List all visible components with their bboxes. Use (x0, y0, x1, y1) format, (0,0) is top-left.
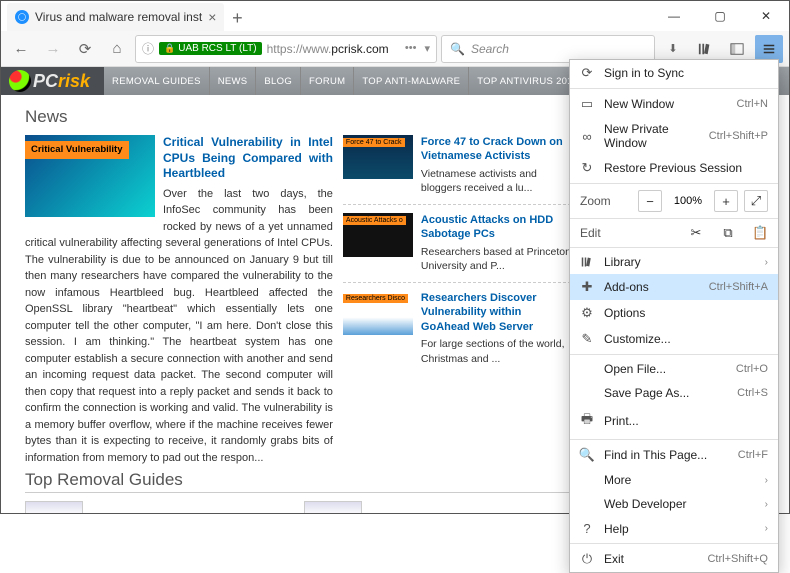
news-thumb: Acoustic Attacks o (343, 213, 413, 257)
removal-guide-item[interactable]: Search.yahoo.com Redirect (25, 501, 292, 513)
restore-icon: ↻ (580, 160, 594, 176)
nav-removal-guides[interactable]: REMOVAL GUIDES (104, 67, 210, 95)
print-icon: 🖶 (580, 410, 594, 432)
guide-thumb (304, 501, 362, 513)
chevron-right-icon: › (765, 523, 768, 534)
site-logo[interactable]: PCrisk (9, 70, 90, 92)
menu-restore-session[interactable]: ↻Restore Previous Session (570, 155, 778, 181)
news-item[interactable]: Acoustic Attacks o Acoustic Attacks on H… (343, 213, 571, 283)
menu-find[interactable]: 🔍Find in This Page...Ctrl+F (570, 442, 778, 468)
zoom-in-button[interactable]: + (714, 190, 738, 212)
reload-button[interactable]: ⟳ (71, 35, 99, 63)
menu-exit[interactable]: ⏻ExitCtrl+Shift+Q (570, 546, 778, 572)
nav-blog[interactable]: BLOG (256, 67, 301, 95)
info-icon[interactable]: ⓘ (142, 40, 154, 57)
tab-favicon (15, 10, 29, 24)
removal-guide-item[interactable]: Microsoft Warning Alert Scam (304, 501, 571, 513)
forward-button[interactable]: → (39, 35, 67, 63)
paste-icon[interactable]: 📋 (752, 225, 768, 241)
close-window-button[interactable]: ✕ (743, 1, 789, 31)
search-icon: 🔍 (450, 42, 465, 56)
url-text: https://www.pcrisk.com (267, 42, 389, 56)
menu-save-as[interactable]: Save Page As...Ctrl+S (570, 381, 778, 405)
secondary-news: Force 47 to Crack Force 47 to Crack Down… (343, 135, 571, 466)
menu-addons[interactable]: ✚Add-onsCtrl+Shift+A (570, 274, 778, 300)
back-button[interactable]: ← (7, 35, 35, 63)
news-item[interactable]: Researchers Disco Researchers Discover V… (343, 291, 571, 374)
news-title: Acoustic Attacks on HDD Sabotage PCs (421, 213, 571, 242)
zoom-out-button[interactable]: − (638, 190, 662, 212)
fullscreen-button[interactable]: ⤢ (744, 190, 768, 212)
news-heading: News (25, 107, 571, 127)
logo-text: PCrisk (33, 71, 90, 92)
lead-image-label: Critical Vulnerability (25, 141, 129, 159)
guide-thumb (25, 501, 83, 513)
reader-icon[interactable]: ••• (405, 42, 417, 55)
minimize-button[interactable]: — (651, 1, 697, 31)
logo-icon (9, 70, 31, 92)
lead-body: Over the last two days, the InfoSec comm… (25, 188, 333, 464)
identity-badge[interactable]: 🔒UAB RCS LT (LT) (159, 42, 262, 55)
customize-icon: ✎ (580, 331, 594, 347)
chevron-right-icon: › (765, 475, 768, 486)
menu-signin[interactable]: ⟳Sign in to Sync (570, 60, 778, 86)
top-removal-heading: Top Removal Guides (25, 470, 571, 493)
chevron-right-icon: › (765, 257, 768, 268)
news-excerpt: Researchers based at Princeton Universit… (421, 245, 571, 274)
window-icon: ▭ (580, 96, 594, 112)
browser-tab[interactable]: Virus and malware removal inst × (7, 3, 224, 31)
menu-more[interactable]: More› (570, 468, 778, 492)
news-item[interactable]: Force 47 to Crack Force 47 to Crack Down… (343, 135, 571, 205)
help-icon: ? (580, 521, 594, 536)
menu-zoom: Zoom − 100% + ⤢ (570, 186, 778, 216)
url-actions: ••• ▾ (405, 42, 430, 55)
dropdown-icon[interactable]: ▾ (424, 42, 430, 55)
home-button[interactable]: ⌂ (103, 35, 131, 63)
menu-customize[interactable]: ✎Customize... (570, 326, 778, 352)
tab-title: Virus and malware removal inst (35, 10, 202, 24)
chevron-right-icon: › (765, 499, 768, 510)
sync-icon: ⟳ (580, 65, 594, 81)
copy-icon[interactable]: ⧉ (720, 225, 736, 241)
news-thumb: Force 47 to Crack (343, 135, 413, 179)
menu-edit: Edit ✂ ⧉ 📋 (570, 221, 778, 245)
nav-news[interactable]: NEWS (210, 67, 257, 95)
lead-article[interactable]: Critical Vulnerability Critical Vulnerab… (25, 135, 333, 466)
nav-anti-malware[interactable]: TOP ANTI-MALWARE (354, 67, 469, 95)
window-controls: — ▢ ✕ (651, 1, 789, 31)
url-bar[interactable]: ⓘ 🔒UAB RCS LT (LT) https://www.pcrisk.co… (135, 35, 437, 63)
menu-library[interactable]: Library› (570, 250, 778, 274)
menu-new-window[interactable]: ▭New WindowCtrl+N (570, 91, 778, 117)
main-column: News Critical Vulnerability Critical Vul… (25, 103, 571, 513)
news-excerpt: Vietnamese activists and bloggers receiv… (421, 167, 571, 196)
news-thumb: Researchers Disco (343, 291, 413, 335)
menu-options[interactable]: ⚙Options (570, 300, 778, 326)
maximize-button[interactable]: ▢ (697, 1, 743, 31)
addons-icon: ✚ (580, 279, 594, 295)
exit-icon: ⏻ (580, 551, 594, 567)
gear-icon: ⚙ (580, 305, 594, 321)
nav-forum[interactable]: FORUM (301, 67, 354, 95)
menu-web-developer[interactable]: Web Developer› (570, 492, 778, 516)
search-icon: 🔍 (580, 447, 594, 463)
news-title: Researchers Discover Vulnerability withi… (421, 291, 571, 334)
menu-help[interactable]: ?Help› (570, 516, 778, 541)
app-menu: ⟳Sign in to Sync ▭New WindowCtrl+N ∞New … (569, 59, 779, 573)
news-title: Force 47 to Crack Down on Vietnamese Act… (421, 135, 571, 164)
window-titlebar: Virus and malware removal inst × + — ▢ ✕ (1, 1, 789, 31)
tab-close-icon[interactable]: × (208, 9, 216, 25)
cut-icon[interactable]: ✂ (688, 225, 704, 241)
new-tab-button[interactable]: + (224, 5, 250, 31)
library-icon (580, 256, 594, 268)
menu-open-file[interactable]: Open File...Ctrl+O (570, 357, 778, 381)
menu-new-private[interactable]: ∞New Private WindowCtrl+Shift+P (570, 117, 778, 155)
search-placeholder: Search (471, 42, 509, 56)
news-excerpt: For large sections of the world, Christm… (421, 337, 571, 366)
zoom-value: 100% (668, 195, 708, 207)
menu-print[interactable]: 🖶Print... (570, 405, 778, 437)
lead-image: Critical Vulnerability (25, 135, 155, 217)
private-icon: ∞ (580, 129, 594, 144)
